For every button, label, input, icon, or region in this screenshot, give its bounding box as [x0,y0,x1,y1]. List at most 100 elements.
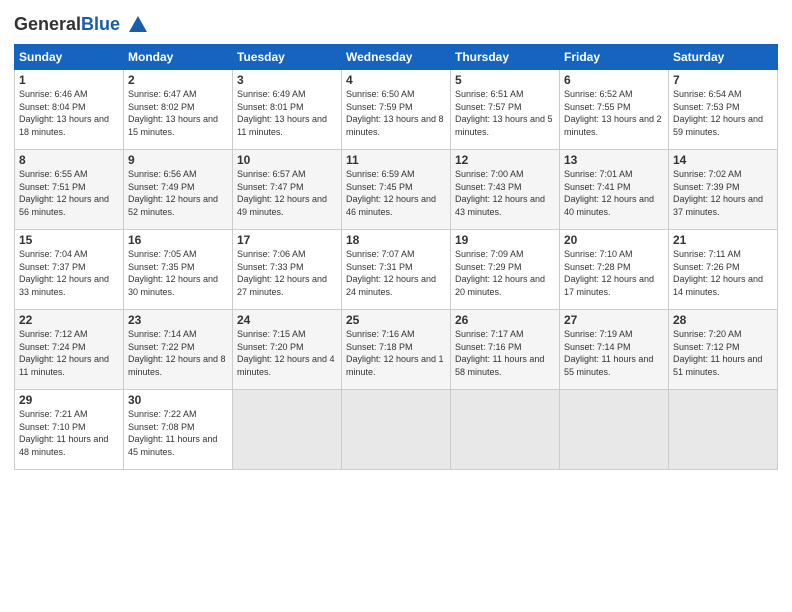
calendar-cell [669,390,778,470]
calendar-cell: 17Sunrise: 7:06 AMSunset: 7:33 PMDayligh… [233,230,342,310]
calendar-cell: 30Sunrise: 7:22 AMSunset: 7:08 PMDayligh… [124,390,233,470]
day-info: Sunrise: 6:51 AMSunset: 7:57 PMDaylight:… [455,88,555,138]
weekday-header-monday: Monday [124,45,233,70]
day-number: 30 [128,393,228,407]
day-info: Sunrise: 6:47 AMSunset: 8:02 PMDaylight:… [128,88,228,138]
calendar-cell: 8Sunrise: 6:55 AMSunset: 7:51 PMDaylight… [15,150,124,230]
day-number: 11 [346,153,446,167]
calendar-week-4: 29Sunrise: 7:21 AMSunset: 7:10 PMDayligh… [15,390,778,470]
day-number: 20 [564,233,664,247]
day-info: Sunrise: 6:59 AMSunset: 7:45 PMDaylight:… [346,168,446,218]
day-number: 24 [237,313,337,327]
day-info: Sunrise: 7:07 AMSunset: 7:31 PMDaylight:… [346,248,446,298]
calendar-week-2: 15Sunrise: 7:04 AMSunset: 7:37 PMDayligh… [15,230,778,310]
day-number: 10 [237,153,337,167]
calendar-cell: 22Sunrise: 7:12 AMSunset: 7:24 PMDayligh… [15,310,124,390]
calendar-cell: 7Sunrise: 6:54 AMSunset: 7:53 PMDaylight… [669,70,778,150]
calendar-cell [342,390,451,470]
day-info: Sunrise: 6:46 AMSunset: 8:04 PMDaylight:… [19,88,119,138]
day-number: 1 [19,73,119,87]
weekday-header-saturday: Saturday [669,45,778,70]
day-info: Sunrise: 7:04 AMSunset: 7:37 PMDaylight:… [19,248,119,298]
weekday-header-row: SundayMondayTuesdayWednesdayThursdayFrid… [15,45,778,70]
calendar-cell: 27Sunrise: 7:19 AMSunset: 7:14 PMDayligh… [560,310,669,390]
day-info: Sunrise: 6:49 AMSunset: 8:01 PMDaylight:… [237,88,337,138]
day-number: 25 [346,313,446,327]
calendar-cell: 26Sunrise: 7:17 AMSunset: 7:16 PMDayligh… [451,310,560,390]
day-info: Sunrise: 7:21 AMSunset: 7:10 PMDaylight:… [19,408,119,458]
weekday-header-friday: Friday [560,45,669,70]
calendar-cell [233,390,342,470]
calendar-cell: 15Sunrise: 7:04 AMSunset: 7:37 PMDayligh… [15,230,124,310]
calendar-cell: 13Sunrise: 7:01 AMSunset: 7:41 PMDayligh… [560,150,669,230]
calendar-cell: 23Sunrise: 7:14 AMSunset: 7:22 PMDayligh… [124,310,233,390]
day-info: Sunrise: 7:20 AMSunset: 7:12 PMDaylight:… [673,328,773,378]
calendar-cell: 20Sunrise: 7:10 AMSunset: 7:28 PMDayligh… [560,230,669,310]
header-row: GeneralBlue [14,10,778,36]
day-info: Sunrise: 6:55 AMSunset: 7:51 PMDaylight:… [19,168,119,218]
day-info: Sunrise: 6:50 AMSunset: 7:59 PMDaylight:… [346,88,446,138]
day-number: 15 [19,233,119,247]
logo-text: GeneralBlue [14,14,149,36]
calendar-cell: 29Sunrise: 7:21 AMSunset: 7:10 PMDayligh… [15,390,124,470]
day-info: Sunrise: 7:12 AMSunset: 7:24 PMDaylight:… [19,328,119,378]
day-number: 16 [128,233,228,247]
day-number: 22 [19,313,119,327]
day-info: Sunrise: 7:16 AMSunset: 7:18 PMDaylight:… [346,328,446,378]
weekday-header-wednesday: Wednesday [342,45,451,70]
day-number: 3 [237,73,337,87]
day-number: 18 [346,233,446,247]
calendar-cell [560,390,669,470]
calendar-cell: 24Sunrise: 7:15 AMSunset: 7:20 PMDayligh… [233,310,342,390]
calendar-cell: 6Sunrise: 6:52 AMSunset: 7:55 PMDaylight… [560,70,669,150]
day-info: Sunrise: 6:57 AMSunset: 7:47 PMDaylight:… [237,168,337,218]
day-number: 21 [673,233,773,247]
day-number: 12 [455,153,555,167]
day-info: Sunrise: 7:06 AMSunset: 7:33 PMDaylight:… [237,248,337,298]
day-number: 17 [237,233,337,247]
calendar-week-0: 1Sunrise: 6:46 AMSunset: 8:04 PMDaylight… [15,70,778,150]
calendar-cell: 25Sunrise: 7:16 AMSunset: 7:18 PMDayligh… [342,310,451,390]
calendar-cell: 14Sunrise: 7:02 AMSunset: 7:39 PMDayligh… [669,150,778,230]
calendar-cell: 12Sunrise: 7:00 AMSunset: 7:43 PMDayligh… [451,150,560,230]
calendar-table: SundayMondayTuesdayWednesdayThursdayFrid… [14,44,778,470]
day-info: Sunrise: 6:54 AMSunset: 7:53 PMDaylight:… [673,88,773,138]
day-number: 23 [128,313,228,327]
calendar-cell: 2Sunrise: 6:47 AMSunset: 8:02 PMDaylight… [124,70,233,150]
day-number: 6 [564,73,664,87]
calendar-cell: 28Sunrise: 7:20 AMSunset: 7:12 PMDayligh… [669,310,778,390]
logo-blue: Blue [81,14,120,34]
calendar-cell: 5Sunrise: 6:51 AMSunset: 7:57 PMDaylight… [451,70,560,150]
day-number: 27 [564,313,664,327]
day-number: 19 [455,233,555,247]
day-info: Sunrise: 7:15 AMSunset: 7:20 PMDaylight:… [237,328,337,378]
day-number: 7 [673,73,773,87]
day-info: Sunrise: 7:05 AMSunset: 7:35 PMDaylight:… [128,248,228,298]
day-number: 14 [673,153,773,167]
day-number: 29 [19,393,119,407]
day-number: 13 [564,153,664,167]
day-info: Sunrise: 7:17 AMSunset: 7:16 PMDaylight:… [455,328,555,378]
day-number: 4 [346,73,446,87]
day-info: Sunrise: 7:19 AMSunset: 7:14 PMDaylight:… [564,328,664,378]
day-info: Sunrise: 7:01 AMSunset: 7:41 PMDaylight:… [564,168,664,218]
weekday-header-tuesday: Tuesday [233,45,342,70]
day-info: Sunrise: 7:22 AMSunset: 7:08 PMDaylight:… [128,408,228,458]
calendar-cell: 4Sunrise: 6:50 AMSunset: 7:59 PMDaylight… [342,70,451,150]
calendar-week-3: 22Sunrise: 7:12 AMSunset: 7:24 PMDayligh… [15,310,778,390]
calendar-cell: 16Sunrise: 7:05 AMSunset: 7:35 PMDayligh… [124,230,233,310]
day-number: 28 [673,313,773,327]
day-info: Sunrise: 7:11 AMSunset: 7:26 PMDaylight:… [673,248,773,298]
day-info: Sunrise: 7:10 AMSunset: 7:28 PMDaylight:… [564,248,664,298]
calendar-cell: 10Sunrise: 6:57 AMSunset: 7:47 PMDayligh… [233,150,342,230]
calendar-cell: 21Sunrise: 7:11 AMSunset: 7:26 PMDayligh… [669,230,778,310]
day-number: 5 [455,73,555,87]
weekday-header-sunday: Sunday [15,45,124,70]
day-info: Sunrise: 6:52 AMSunset: 7:55 PMDaylight:… [564,88,664,138]
day-number: 9 [128,153,228,167]
day-info: Sunrise: 7:02 AMSunset: 7:39 PMDaylight:… [673,168,773,218]
day-number: 8 [19,153,119,167]
page-container: GeneralBlue SundayMondayTuesdayWednesday… [0,0,792,480]
day-number: 2 [128,73,228,87]
logo: GeneralBlue [14,14,149,36]
